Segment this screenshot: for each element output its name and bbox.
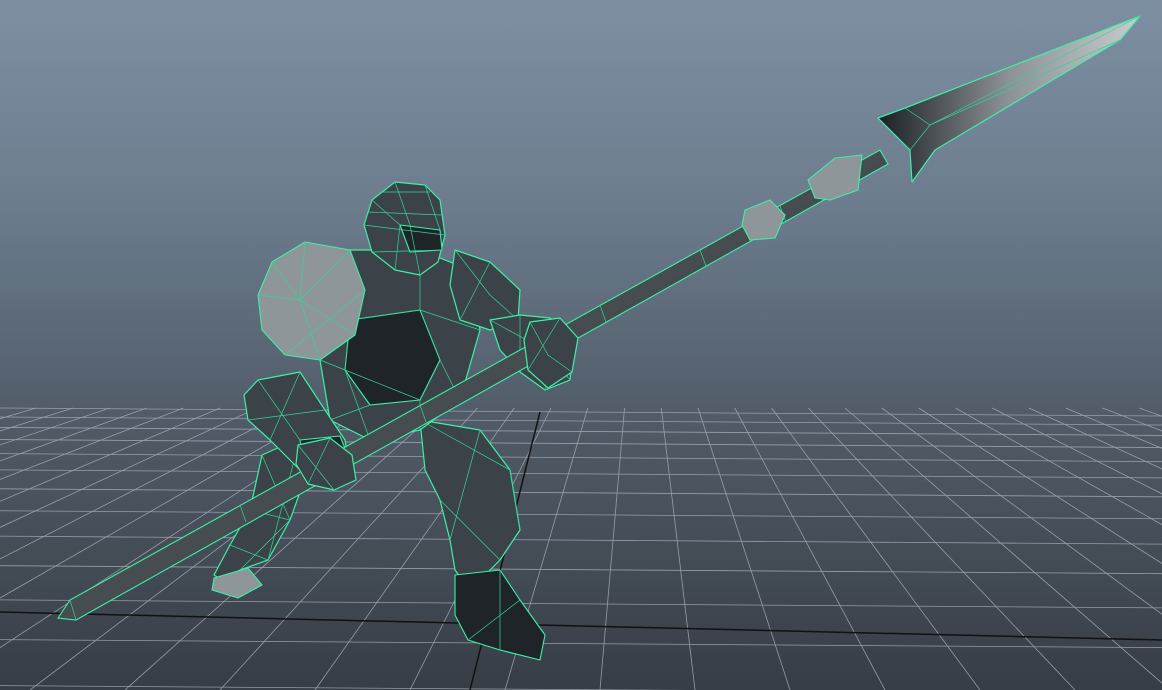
grid-line (599, 407, 625, 690)
spear-collar-mesh-2[interactable] (807, 154, 863, 201)
grid-line (0, 407, 1162, 417)
grid-line (0, 407, 74, 432)
grid-line (844, 407, 1162, 684)
grid-line (0, 565, 1162, 575)
grid-line (0, 453, 1162, 462)
spear-blade-mesh[interactable] (877, 15, 1141, 183)
grid-line (0, 510, 1162, 520)
grid-line (734, 407, 886, 690)
grid-line (0, 488, 1162, 498)
grid-line (0, 469, 1162, 479)
viewport-scene[interactable] (0, 0, 1162, 690)
grid-axis-x (0, 611, 1162, 641)
grid-line (808, 407, 1076, 690)
grid-line (660, 407, 696, 690)
3d-viewport[interactable] (0, 0, 1162, 690)
grid-line (0, 416, 1162, 426)
grid-line (0, 685, 690, 690)
grid-line (0, 407, 184, 480)
grid-line (0, 407, 37, 420)
grid-line (0, 407, 110, 446)
grid-line (0, 407, 147, 462)
spear-model[interactable] (57, 15, 1141, 621)
grid-line (697, 407, 791, 690)
grid-line (0, 427, 1162, 436)
grid-line (771, 407, 981, 690)
grid-line (0, 599, 1162, 609)
grid-line (0, 407, 258, 528)
